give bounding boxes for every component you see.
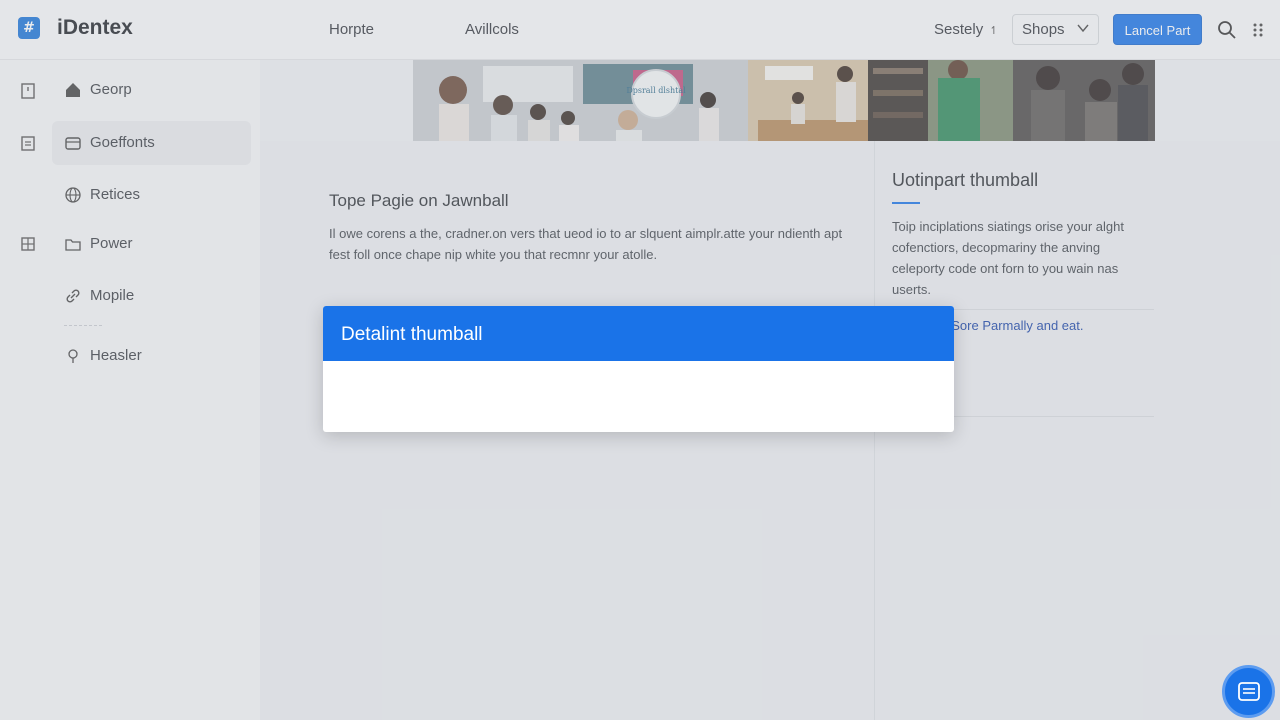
modal-title: Detalint thumball <box>341 324 483 345</box>
modal-dialog: Detalint thumball <box>323 306 954 432</box>
modal-header: Detalint thumball <box>323 306 954 361</box>
message-icon <box>1238 682 1260 701</box>
chat-fab-button[interactable] <box>1222 665 1275 718</box>
